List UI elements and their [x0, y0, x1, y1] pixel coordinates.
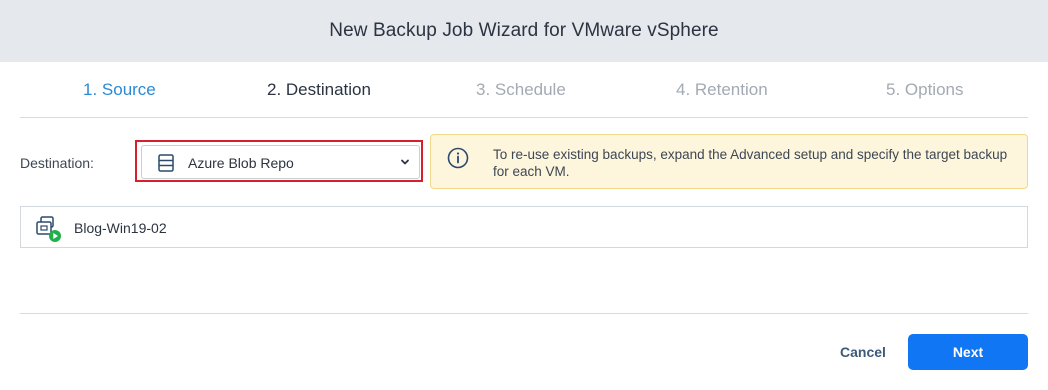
cancel-button[interactable]: Cancel [826, 334, 900, 370]
vm-name: Blog-Win19-02 [74, 220, 167, 236]
next-button[interactable]: Next [908, 334, 1028, 370]
wizard-header: New Backup Job Wizard for VMware vSphere [0, 0, 1048, 62]
step-source[interactable]: 1. Source [83, 80, 156, 100]
repository-icon [158, 154, 174, 172]
step-destination[interactable]: 2. Destination [267, 80, 371, 100]
footer-divider [20, 313, 1028, 314]
wizard-steps: 1. Source 2. Destination 3. Schedule 4. … [20, 62, 1028, 118]
destination-select-value: Azure Blob Repo [188, 155, 294, 171]
step-options[interactable]: 5. Options [886, 80, 964, 100]
wizard-title: New Backup Job Wizard for VMware vSphere [329, 20, 719, 41]
info-text: To re-use existing backups, expand the A… [493, 147, 1008, 179]
step-schedule[interactable]: 3. Schedule [476, 80, 566, 100]
chevron-down-icon[interactable] [399, 156, 411, 168]
vm-running-icon [36, 216, 61, 242]
step-retention[interactable]: 4. Retention [676, 80, 768, 100]
destination-label: Destination: [20, 155, 94, 171]
destination-select[interactable]: Azure Blob Repo [141, 145, 420, 179]
info-banner: To re-use existing backups, expand the A… [430, 134, 1028, 189]
info-icon [447, 147, 469, 169]
vm-list-item[interactable]: Blog-Win19-02 [20, 206, 1028, 248]
